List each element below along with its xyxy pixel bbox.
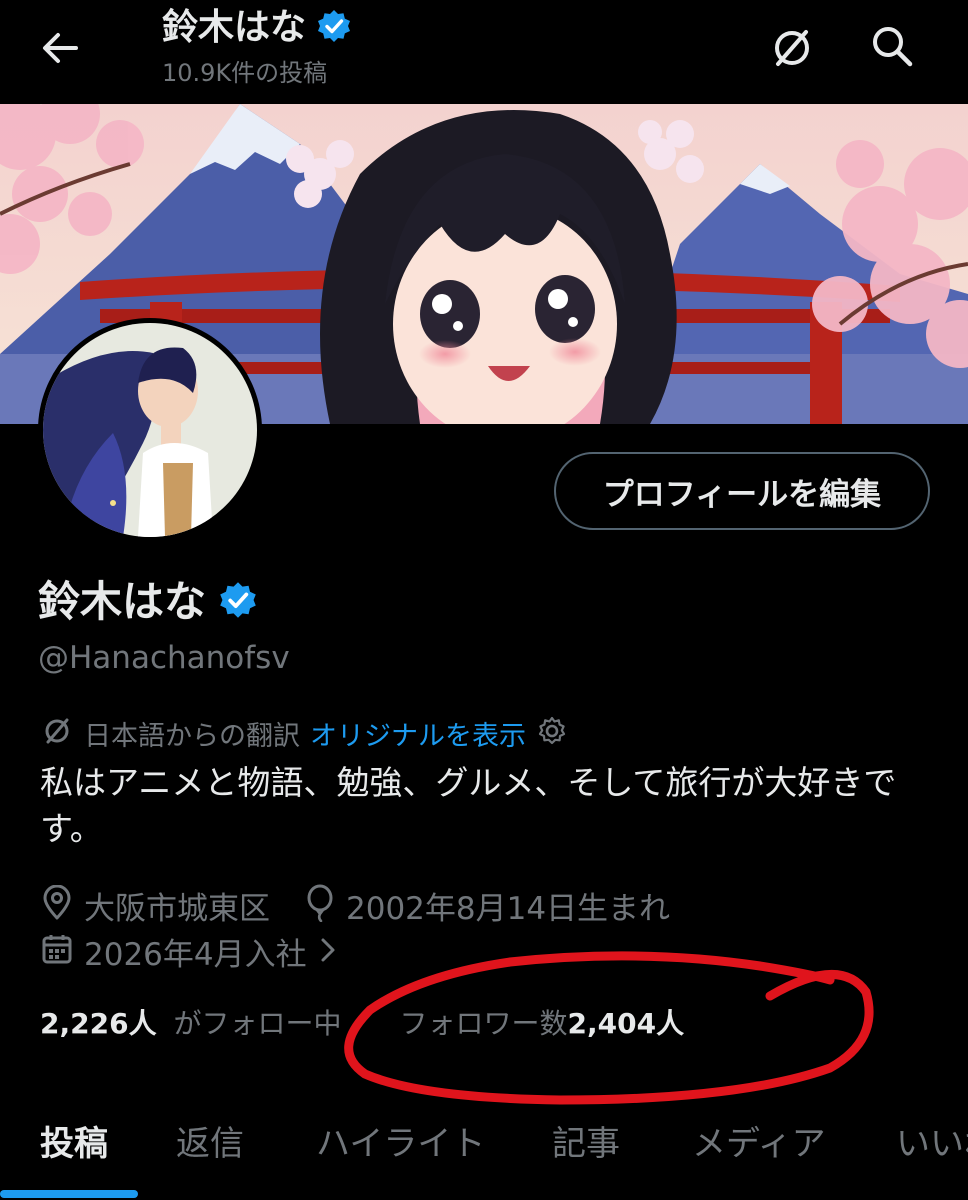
location-pin-icon	[40, 884, 74, 933]
show-original-link[interactable]: オリジナルを表示	[310, 717, 526, 757]
search-icon[interactable]	[866, 20, 918, 72]
profile-name-row: 鈴木はな	[38, 574, 258, 630]
header-title: 鈴木はな	[162, 7, 307, 48]
following-label: がフォロー中	[173, 1007, 342, 1040]
tab-posts[interactable]: 投稿	[40, 1122, 108, 1166]
verified-badge-icon	[316, 8, 352, 48]
active-tab-indicator	[0, 1190, 138, 1198]
profile-meta-row: 大阪市城東区 2002年8月14日生まれ	[40, 884, 704, 934]
translation-note: 日本語からの翻訳	[84, 721, 300, 752]
tab-media[interactable]: メディア	[692, 1122, 826, 1166]
chevron-right-icon	[317, 933, 339, 977]
translation-row: 日本語からの翻訳 オリジナルを表示	[40, 714, 568, 760]
profile-handle: @Hanachanofsv	[38, 640, 290, 676]
edit-profile-button[interactable]: プロフィールを編集	[554, 452, 930, 530]
translate-icon	[40, 714, 74, 760]
location-text: 大阪市城東区	[84, 891, 270, 927]
joined-item[interactable]: 2026年4月入社	[40, 932, 339, 978]
tab-articles[interactable]: 記事	[552, 1122, 620, 1166]
follow-stats: 2,226人 がフォロー中 フォロワー数2,404人	[40, 1004, 684, 1044]
tab-replies[interactable]: 返信	[176, 1122, 244, 1166]
following-link[interactable]: 2,226人 がフォロー中	[40, 1004, 342, 1044]
tab-highlights[interactable]: ハイライト	[316, 1122, 485, 1166]
header-title-block: 鈴木はな 10.9K件の投稿	[162, 6, 352, 88]
post-count: 10.9K件の投稿	[162, 59, 328, 87]
following-count: 2,226人	[40, 1007, 157, 1040]
location-item: 大阪市城東区	[40, 884, 270, 933]
verified-badge-icon	[218, 580, 258, 624]
back-arrow-icon[interactable]	[36, 24, 84, 72]
birthday-text: 2002年8月14日生まれ	[346, 891, 671, 927]
followers-link[interactable]: フォロワー数2,404人	[400, 1004, 685, 1044]
translate-icon[interactable]	[766, 22, 818, 74]
joined-text: 2026年4月入社	[84, 937, 307, 973]
profile-avatar[interactable]	[38, 318, 262, 542]
birthday-item: 2002年8月14日生まれ	[304, 884, 670, 934]
profile-bio: 私はアニメと物語、勉強、グルメ、そして旅行が大好きです。	[40, 763, 897, 848]
profile-name: 鈴木はな	[38, 577, 207, 626]
followers-label: フォロワー数	[399, 1007, 568, 1040]
profile-tabs: 投稿 返信 ハイライト 記事 メディア いいね	[0, 1112, 968, 1200]
top-bar: 鈴木はな 10.9K件の投稿	[0, 0, 968, 104]
balloon-icon	[304, 884, 336, 934]
gear-icon[interactable]	[536, 715, 568, 759]
followers-count: 2,404人	[567, 1007, 685, 1040]
calendar-icon	[40, 932, 74, 978]
tab-likes[interactable]: いいね	[896, 1122, 968, 1166]
